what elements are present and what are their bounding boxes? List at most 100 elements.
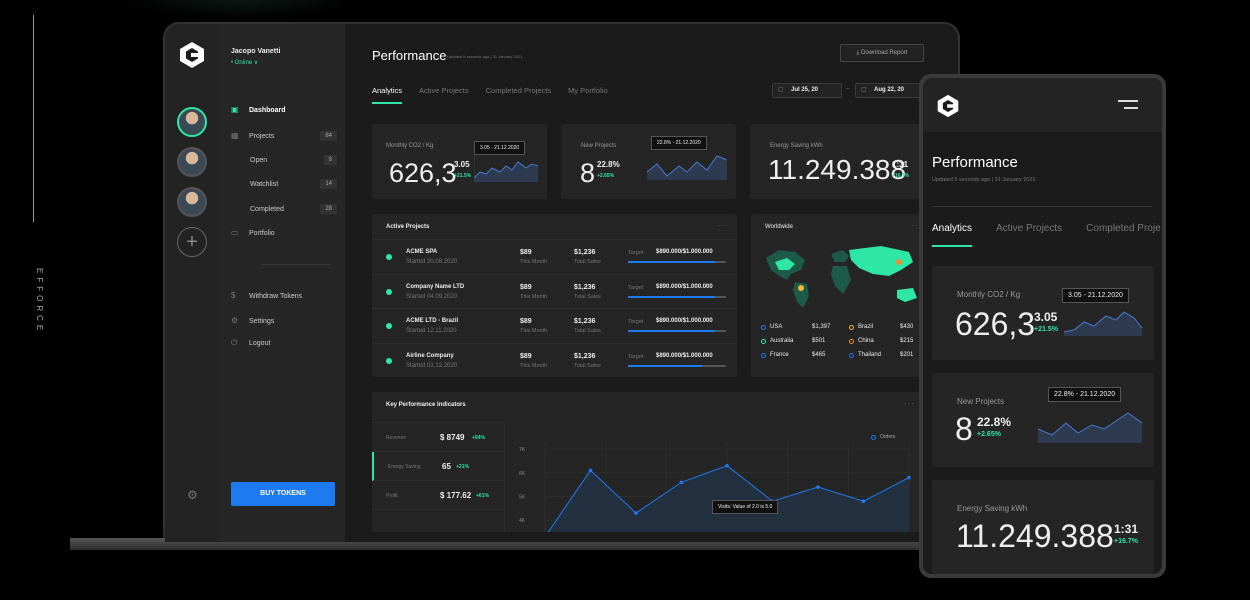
table-row[interactable]: Airline Company Started 01.12.2020 $89 This…: [372, 342, 737, 377]
kpi-row-revenue[interactable]: Revenue $ 8749 +54%: [372, 423, 505, 452]
legend-marker: [849, 324, 854, 330]
month-sales-label: This Month: [520, 328, 548, 334]
stat-sub-value: 3.05: [454, 160, 470, 169]
target-progress-bar: [628, 330, 726, 332]
data-point[interactable]: [634, 511, 638, 515]
sidebar-item-logout[interactable]: ⏻ Logout: [231, 339, 337, 347]
progress-fill: [628, 261, 716, 263]
sidebar-item-watchlist[interactable]: Watchlist 14: [250, 179, 337, 189]
legend-marker: [761, 352, 766, 358]
tab-my-portfolio[interactable]: My Portfolio: [568, 86, 608, 95]
user-status[interactable]: • Online ∨: [231, 59, 258, 66]
avatar[interactable]: [177, 147, 207, 177]
download-report-button[interactable]: ⤓ Download Report: [840, 44, 924, 62]
tab-active-projects[interactable]: Active Projects: [996, 223, 1062, 234]
logo-icon[interactable]: [178, 41, 206, 69]
project-name: Company Name LTD: [406, 283, 465, 290]
month-sales-value: $89: [520, 283, 532, 291]
target-label: Target: [628, 319, 644, 325]
chart-legend[interactable]: Orders: [871, 434, 895, 440]
stage: EFFORCE + ⚙ Jacopo Vanetti • Online ∨ ▣ D…: [0, 0, 1250, 600]
phone-screen: Performance Updated 5 seconds ago | 31 J…: [923, 78, 1162, 574]
stat-title: Monthly CO2 / Kg: [957, 290, 1021, 299]
y-tick-label: 7K: [519, 447, 526, 453]
mobile-tab-bar: Analytics Active Projects Completed Proj…: [932, 223, 1161, 247]
table-row[interactable]: ACME SPA Started 20.08.2020 $89 This Month $…: [372, 239, 737, 273]
legend-value: $501: [812, 338, 826, 344]
legend-item[interactable]: France $465: [761, 352, 825, 358]
data-point[interactable]: [725, 463, 729, 468]
tab-active-projects[interactable]: Active Projects: [419, 86, 469, 95]
date-from-picker[interactable]: ▢ Jul 25, 20: [772, 83, 842, 98]
add-avatar-button[interactable]: +: [177, 227, 207, 257]
legend-marker: [849, 352, 854, 358]
buy-tokens-button[interactable]: BUY TOKENS: [231, 482, 335, 506]
gear-icon[interactable]: ⚙: [187, 488, 198, 502]
kpi-row-profit[interactable]: Profit $ 177.62 +61%: [372, 481, 505, 510]
sparkline-chart: [1038, 412, 1142, 443]
page-title: Performance: [372, 48, 447, 63]
sparkline-tooltip: 22.8% - 21.12.2020: [651, 136, 707, 150]
sidebar-item-settings[interactable]: ⚙ Settings: [231, 317, 337, 325]
avatar[interactable]: [177, 187, 207, 217]
stat-change: +16.7%: [1114, 538, 1138, 545]
sidebar-item-label: Portfolio: [249, 229, 275, 237]
legend-item[interactable]: Brazil $430: [849, 324, 913, 330]
kpi-value: 65: [442, 462, 451, 471]
legend-item[interactable]: Australia $501: [761, 338, 825, 344]
target-progress-bar: [628, 364, 726, 367]
mobile-page-title: Performance: [932, 154, 1018, 171]
tab-completed-projects[interactable]: Completed Projects: [486, 86, 551, 95]
count-badge: 8: [323, 155, 337, 165]
target-label: Target: [628, 353, 644, 360]
date-to-picker[interactable]: ▢ Aug 22, 20: [855, 83, 925, 98]
sidebar-item-projects[interactable]: ▦ Projects 84: [231, 131, 337, 141]
tab-analytics[interactable]: Analytics: [372, 86, 403, 104]
sidebar-item-open[interactable]: Open 8: [250, 155, 337, 165]
sidebar-item-portfolio[interactable]: ▭ Portfolio: [231, 229, 337, 237]
data-point[interactable]: [588, 468, 593, 473]
month-sales-label: This Month: [520, 362, 548, 369]
panel-title: Key Performance Indicators: [386, 402, 466, 408]
kpi-change: +54%: [472, 435, 485, 441]
table-row[interactable]: ACME LTD - Brazil Started 12.11.2020 $89 Th…: [372, 308, 737, 342]
legend-item[interactable]: Thailand $201: [849, 352, 913, 358]
power-icon: ⏻: [231, 338, 238, 347]
total-sales-value: $1,236: [574, 352, 596, 360]
stat-sub-value: 1:31: [1114, 522, 1139, 536]
table-row[interactable]: Company Name LTD Started 04.09.2020 $89 Thi…: [372, 273, 737, 308]
sidebar-item-label: Settings: [249, 317, 275, 325]
kpi-row-energy-saving[interactable]: Energy Saving 65 +21%: [372, 452, 505, 481]
data-point[interactable]: [679, 480, 684, 485]
legend-item[interactable]: USA $1,397: [761, 324, 830, 330]
data-point[interactable]: [816, 485, 820, 489]
more-options-icon[interactable]: ···: [904, 399, 915, 408]
phone-frame: Performance Updated 5 seconds ago | 31 J…: [919, 74, 1166, 578]
stat-card-new-projects: New Projects 8 22.8% +2.65% 22.8% - 21.1…: [561, 124, 736, 199]
active-projects-panel: Active Projects ··· ACME SPA Started 20.0…: [372, 214, 737, 377]
legend-marker: [871, 434, 876, 440]
tab-analytics[interactable]: Analytics: [932, 223, 973, 247]
date-separator: –: [846, 86, 850, 92]
tab-completed-projects[interactable]: Completed Proje: [1086, 223, 1160, 234]
avatar[interactable]: [177, 107, 207, 137]
stat-change: +2.65%: [977, 431, 1001, 438]
more-options-icon[interactable]: ···: [717, 221, 728, 230]
sidebar-item-withdraw[interactable]: $ Withdraw Tokens: [231, 292, 337, 300]
data-point[interactable]: [861, 499, 866, 504]
target-value: $890.000/$1.000.000: [656, 249, 713, 255]
stat-card-co2: Monthly CO2 / Kg 626,3 3.05 +21.5% 3.05 …: [372, 124, 547, 199]
legend-item[interactable]: China $215: [849, 338, 913, 344]
total-sales-value: $1,236: [574, 249, 596, 256]
dollar-icon: $: [231, 291, 236, 300]
sidebar-item-label: Projects: [249, 132, 275, 140]
sidebar-item-dashboard[interactable]: ▣ Dashboard: [231, 106, 337, 114]
sidebar-item-completed[interactable]: Completed 28: [250, 204, 337, 214]
total-sales-label: Total Sales: [574, 259, 601, 265]
sparkline-chart: [1064, 311, 1142, 336]
legend-country: France: [770, 352, 789, 358]
sidebar-item-label: Watchlist: [250, 180, 279, 188]
data-point[interactable]: [907, 475, 911, 480]
logo-icon[interactable]: [936, 94, 960, 118]
menu-icon[interactable]: [1118, 100, 1138, 114]
